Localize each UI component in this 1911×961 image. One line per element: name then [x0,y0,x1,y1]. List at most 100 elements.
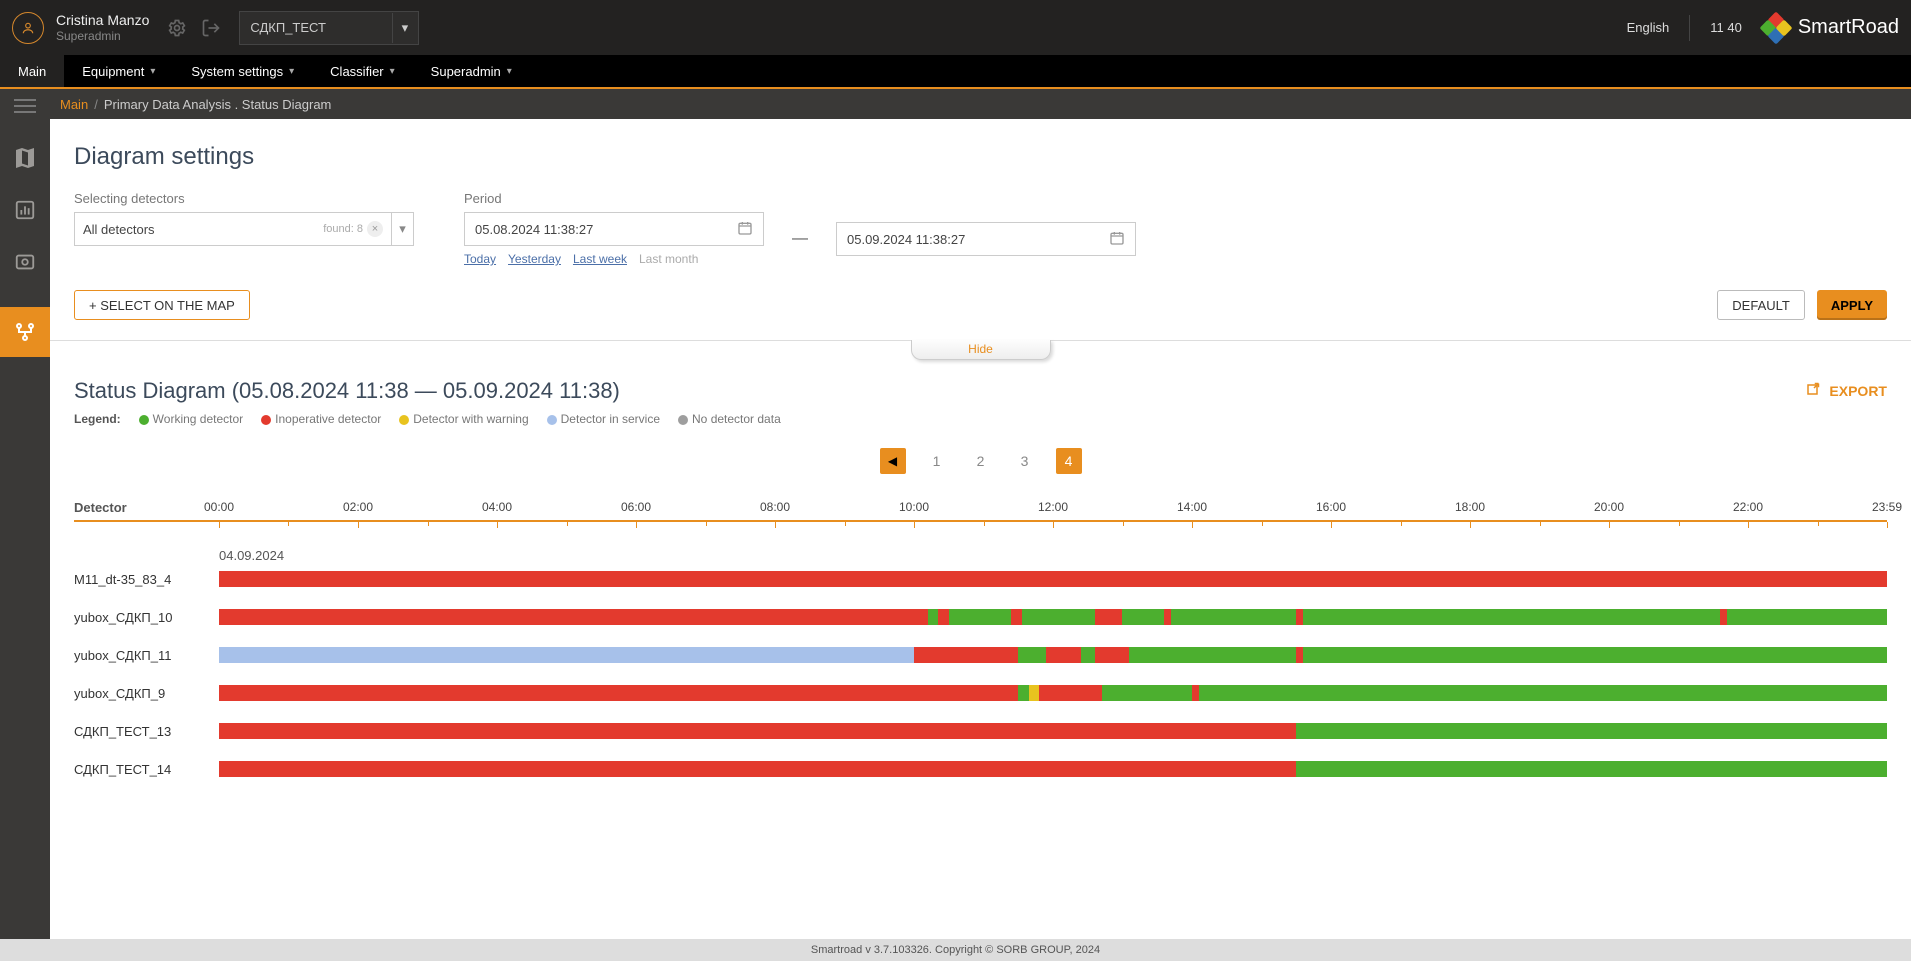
user-block: Cristina Manzo Superadmin [56,12,149,43]
detector-row: СДКП_ТЕСТ_13 [74,723,1887,739]
segment-warning [1029,685,1039,701]
sidebar [0,119,50,939]
content: Diagram settings Selecting detectors All… [50,119,1911,939]
select-on-map-button[interactable]: + SELECT ON THE MAP [74,290,250,320]
logout-icon[interactable] [201,18,221,38]
page-3[interactable]: 3 [1012,448,1038,474]
nav-equipment[interactable]: Equipment▾ [64,55,173,87]
tick-label: 18:00 [1455,500,1485,514]
sidebar-diagram-icon[interactable] [0,307,50,357]
nav-superadmin-label: Superadmin [431,64,501,79]
detector-bar [219,647,1887,663]
menu-icon[interactable] [14,95,36,117]
detector-row: yubox_СДКП_10 [74,609,1887,625]
detector-name: М11_dt-35_83_4 [74,572,219,587]
segment-inoperative [219,723,1296,739]
calendar-icon [737,220,753,239]
nav-classifier[interactable]: Classifier ▾ [312,55,413,87]
detector-name: yubox_СДКП_10 [74,610,219,625]
segment-inoperative [1296,609,1303,625]
nav-main[interactable]: Main [0,55,64,87]
nav-classifier-label: Classifier [330,64,383,79]
segment-inoperative [1095,609,1123,625]
segment-working [1022,609,1095,625]
gear-icon[interactable] [167,18,187,38]
tick-label: 06:00 [621,500,651,514]
segment-inoperative [1011,609,1021,625]
top-right: English 11 40 SmartRoad [1627,14,1899,42]
tick-label: 10:00 [899,500,929,514]
legend-serv: Detector in service [561,412,660,426]
detectors-value: All detectors [83,222,155,237]
tick-label: 14:00 [1177,500,1207,514]
sidebar-map-icon[interactable] [12,145,38,171]
export-button[interactable]: EXPORT [1805,382,1887,400]
page-prev[interactable]: ◀ [880,448,906,474]
nav-superadmin[interactable]: Superadmin▾ [413,55,530,87]
segment-working [1303,647,1887,663]
segment-working [1129,647,1296,663]
diagram-section: Status Diagram (05.08.2024 11:38 — 05.09… [50,360,1911,829]
page-2[interactable]: 2 [968,448,994,474]
chevron-down-icon: ▾ [289,66,294,77]
breadcrumb-page: Primary Data Analysis . Status Diagram [104,97,332,112]
project-select[interactable]: СДКП_ТЕСТ ▾ [239,11,419,45]
segment-working [1018,647,1046,663]
detector-name: СДКП_ТЕСТ_13 [74,724,219,739]
date-to-input[interactable]: 05.09.2024 11:38:27 [836,222,1136,256]
detector-name: СДКП_ТЕСТ_14 [74,762,219,777]
default-button[interactable]: DEFAULT [1717,290,1805,320]
apply-button[interactable]: APPLY [1817,290,1887,320]
link-lastweek[interactable]: Last week [573,252,627,266]
detectors-label: Selecting detectors [74,191,414,206]
detector-row: М11_dt-35_83_4 [74,571,1887,587]
detector-name: yubox_СДКП_11 [74,648,219,663]
segment-inoperative [219,685,1018,701]
page-1[interactable]: 1 [924,448,950,474]
date-from-input[interactable]: 05.08.2024 11:38:27 [464,212,764,246]
period-label: Period [464,191,1136,206]
detectors-select[interactable]: All detectors found: 8 × ▾ [74,212,414,246]
segment-working [949,609,1012,625]
diagram-title: Status Diagram (05.08.2024 11:38 — 05.09… [74,378,620,404]
date-from-value: 05.08.2024 11:38:27 [475,222,593,237]
tick-label: 04:00 [482,500,512,514]
detector-bar [219,685,1887,701]
user-role: Superadmin [56,29,149,43]
status-chart: Detector 00:0002:0004:0006:0008:0010:001… [74,500,1887,777]
chevron-down-icon: ▾ [390,66,395,77]
logo-icon [1762,14,1790,42]
clear-icon[interactable]: × [367,221,383,237]
detector-row: yubox_СДКП_9 [74,685,1887,701]
detectors-found: found: 8 [323,223,363,235]
segment-inoperative [219,571,1887,587]
legend-working: Working detector [153,412,244,426]
legend-inop: Inoperative detector [275,412,381,426]
clock: 11 40 [1710,20,1742,35]
page-4[interactable]: 4 [1056,448,1082,474]
tick-label: 00:00 [204,500,234,514]
segment-working [1081,647,1095,663]
segment-working [1727,609,1887,625]
segment-service [219,647,914,663]
sidebar-chart-icon[interactable] [12,197,38,223]
language-switch[interactable]: English [1627,20,1670,35]
link-lastmonth[interactable]: Last month [639,252,698,266]
chevron-down-icon[interactable]: ▾ [391,213,413,245]
tick-label: 12:00 [1038,500,1068,514]
segment-working [1296,723,1887,739]
axis-ticks: 00:0002:0004:0006:0008:0010:0012:0014:00… [219,500,1887,516]
segment-inoperative [1046,647,1081,663]
nav-system[interactable]: System settings▾ [173,55,312,87]
link-yesterday[interactable]: Yesterday [508,252,561,266]
legend: Legend: Working detector Inoperative det… [74,412,1887,426]
hide-toggle[interactable]: Hide [911,340,1051,360]
segment-inoperative [938,609,948,625]
breadcrumb-root[interactable]: Main [60,97,88,112]
sidebar-camera-icon[interactable] [12,249,38,275]
project-select-value: СДКП_ТЕСТ [250,20,326,35]
segment-inoperative [1296,647,1303,663]
nav-main-label: Main [18,64,46,79]
link-today[interactable]: Today [464,252,496,266]
avatar[interactable] [12,12,44,44]
